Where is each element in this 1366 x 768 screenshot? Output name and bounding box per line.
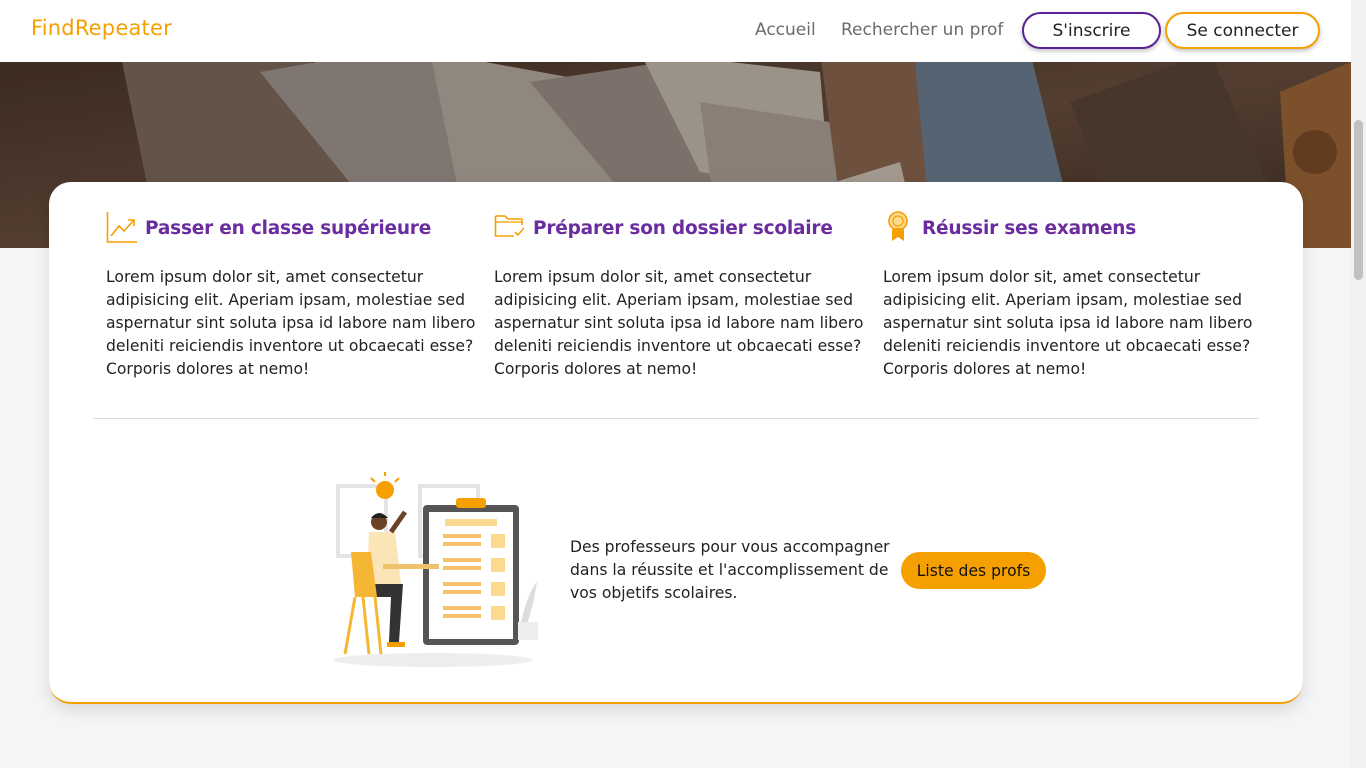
page-scrollbar[interactable] (1351, 0, 1366, 768)
folder-check-icon (494, 215, 525, 237)
award-medal-icon (888, 211, 908, 241)
trending-up-icon (106, 212, 137, 243)
teachers-pitch-text: Des professeurs pour vous accompagner da… (570, 538, 890, 602)
login-button[interactable]: Se connecter (1165, 12, 1320, 49)
feature-title: Préparer son dossier scolaire (533, 218, 833, 239)
section-divider (93, 418, 1259, 419)
feature-title: Passer en classe supérieure (145, 218, 432, 239)
feature-description: Lorem ipsum dolor sit, amet consectetur … (883, 268, 1253, 378)
nav-link-search-teacher[interactable]: Rechercher un prof (841, 20, 1003, 40)
feature-title: Réussir ses examens (922, 218, 1137, 239)
nav-link-home[interactable]: Accueil (755, 20, 816, 40)
brand-logo[interactable]: FindRepeater (31, 16, 172, 40)
signup-button[interactable]: S'inscrire (1022, 12, 1161, 49)
navbar: FindRepeater Accueil Rechercher un prof … (0, 0, 1351, 62)
scrollbar-thumb[interactable] (1354, 120, 1363, 280)
teachers-list-button[interactable]: Liste des profs (901, 552, 1046, 589)
features-card: Passer en classe supérieure Lorem ipsum … (49, 182, 1303, 704)
feature-description: Lorem ipsum dolor sit, amet consectetur … (106, 268, 476, 378)
student-checklist-illustration (333, 472, 538, 667)
feature-description: Lorem ipsum dolor sit, amet consectetur … (494, 268, 864, 378)
